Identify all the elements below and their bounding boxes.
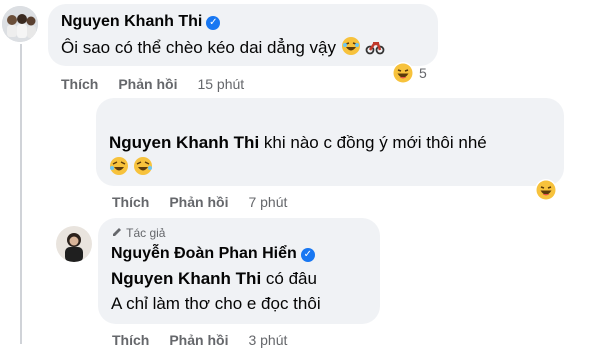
reaction-summary[interactable]: [534, 178, 558, 202]
avatar[interactable]: [52, 112, 84, 144]
like-link[interactable]: Thích: [112, 194, 149, 210]
haha-reaction-icon: [535, 179, 557, 201]
reply-actions: Thích Phản hồi 3 phút: [112, 332, 287, 348]
reply-link[interactable]: Phản hồi: [169, 194, 228, 210]
rolling-laughing-icon: [110, 157, 128, 175]
reply-actions: Thích Phản hồi 7 phút: [112, 194, 287, 210]
author-badge: Tác giả: [126, 226, 166, 240]
reaction-count: 5: [419, 65, 427, 81]
profile-photo-icon: [56, 226, 92, 262]
reply-link[interactable]: Phản hồi: [118, 76, 177, 92]
like-link[interactable]: Thích: [61, 76, 98, 92]
reply-text: khi nào c đồng ý mới thôi nhé: [263, 133, 487, 152]
comment-author[interactable]: Nguyễn Đoàn Phan Hiển: [111, 245, 297, 262]
reply-time[interactable]: 3 phút: [248, 332, 287, 348]
comment-actions: Thích Phản hồi 15 phút: [61, 76, 244, 92]
thread-line: [20, 44, 22, 344]
reaction-summary[interactable]: 5: [391, 61, 427, 85]
author-avatar[interactable]: [56, 226, 92, 262]
laughing-face-icon: [341, 37, 360, 55]
reply-text-line2: A chỉ làm thơ cho e đọc thôi: [111, 294, 321, 313]
comment-text: Ôi sao có thể chèo kéo dai dẳng vậy: [61, 38, 337, 57]
pencil-icon: [113, 228, 121, 236]
comment-bubble: Nguyen Khanh Thi ✓ Ôi sao có thể chèo kéo…: [48, 4, 438, 66]
reply-time[interactable]: 7 phút: [248, 194, 287, 210]
reply-bubble: Tác giả Nguyễn Đoàn Phan Hiển ✓ Nguyen Kh…: [98, 218, 380, 324]
comment-time[interactable]: 15 phút: [197, 76, 244, 92]
reply-link[interactable]: Phản hồi: [169, 332, 228, 348]
avatar[interactable]: [2, 6, 38, 42]
rolling-laughing-icon: [134, 157, 153, 175]
comment-author[interactable]: Nguyen Khanh Thi: [61, 13, 202, 30]
verified-badge-icon: ✓: [300, 248, 315, 262]
motorcycle-icon: [366, 42, 385, 55]
haha-reaction-icon: [392, 62, 414, 84]
verified-badge-icon: ✓: [206, 16, 221, 30]
reply-text: có đâu: [265, 269, 317, 288]
group-photo-icon: [2, 6, 38, 42]
mention-link[interactable]: Nguyen Khanh Thi: [111, 269, 261, 288]
mention-link[interactable]: Nguyen Khanh Thi: [109, 133, 259, 152]
reply-bubble: Nguyen Khanh Thi khi nào c đồng ý mới th…: [52, 98, 564, 186]
like-link[interactable]: Thích: [112, 332, 149, 348]
